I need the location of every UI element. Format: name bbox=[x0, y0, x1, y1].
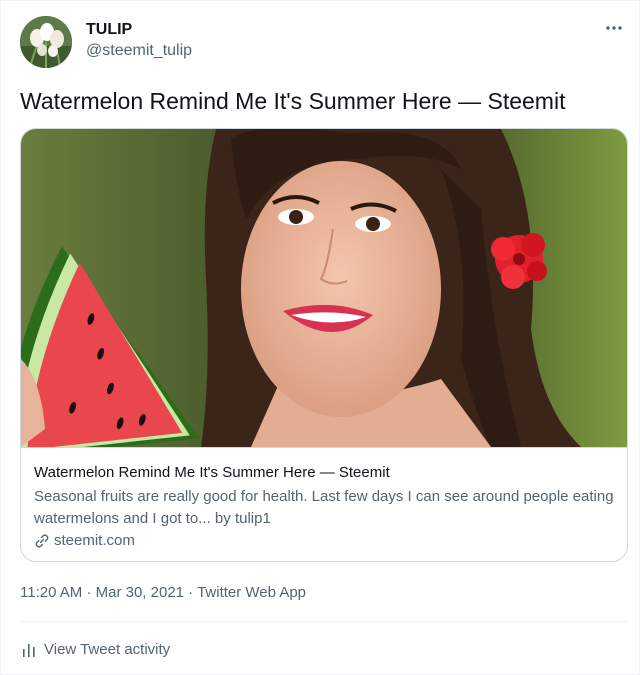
meta-separator: · bbox=[86, 584, 92, 601]
tweet-time-link[interactable]: 11:20 AM · Mar 30, 2021 bbox=[20, 584, 184, 601]
display-name[interactable]: TULIP bbox=[86, 20, 132, 40]
divider bbox=[20, 621, 628, 622]
user-handle[interactable]: @steemit_tulip bbox=[86, 41, 192, 61]
tweet-time: 11:20 AM bbox=[20, 584, 83, 601]
tweet-text: Watermelon Remind Me It's Summer Here — … bbox=[20, 88, 566, 114]
avatar[interactable] bbox=[20, 16, 72, 68]
tulip-avatar-icon bbox=[20, 16, 72, 68]
woman-with-watermelon-photo-icon bbox=[21, 129, 627, 447]
link-card[interactable]: Watermelon Remind Me It's Summer Here — … bbox=[20, 128, 628, 562]
tweet-source-link[interactable]: Twitter Web App bbox=[197, 584, 306, 601]
more-options-icon[interactable] bbox=[604, 18, 624, 38]
card-domain-label: steemit.com bbox=[54, 532, 135, 549]
card-description: Seasonal fruits are really good for heal… bbox=[34, 488, 614, 527]
card-image[interactable] bbox=[21, 129, 627, 448]
view-tweet-activity-button[interactable]: View Tweet activity bbox=[20, 640, 170, 660]
meta-separator: · bbox=[188, 584, 194, 601]
card-domain[interactable]: steemit.com bbox=[34, 531, 135, 551]
analytics-icon bbox=[23, 644, 35, 657]
tweet-metadata: 11:20 AM · Mar 30, 2021 · Twitter Web Ap… bbox=[20, 583, 306, 603]
view-tweet-activity-label: View Tweet activity bbox=[44, 641, 171, 658]
link-icon bbox=[35, 534, 49, 548]
card-title[interactable]: Watermelon Remind Me It's Summer Here — … bbox=[34, 463, 390, 483]
tweet-date: Mar 30, 2021 bbox=[95, 584, 184, 601]
